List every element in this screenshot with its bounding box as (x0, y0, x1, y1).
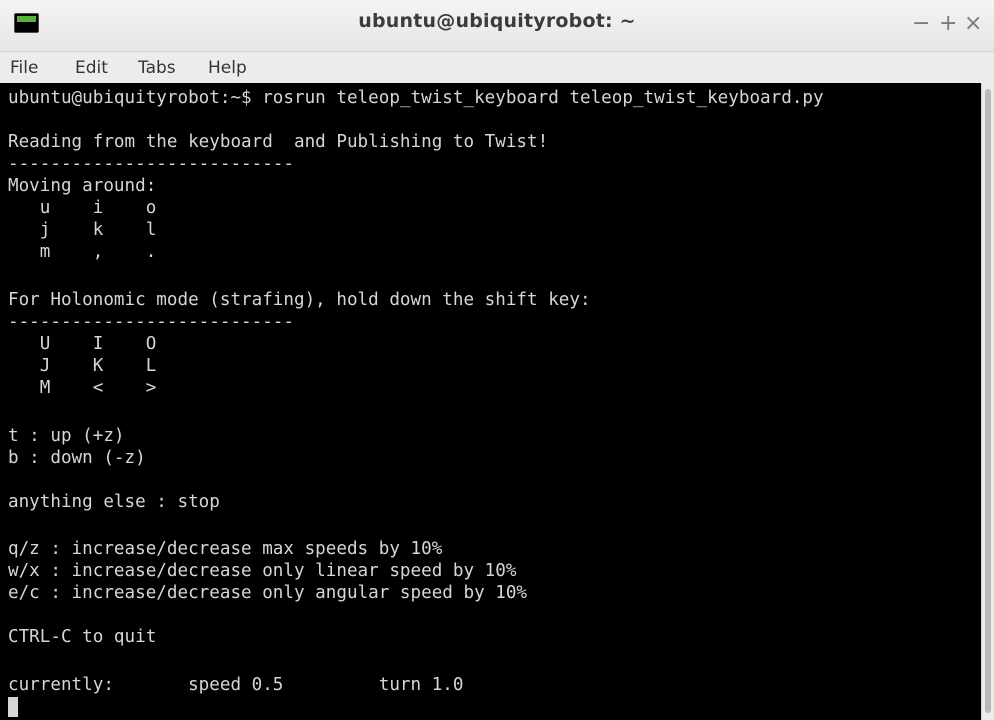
close-button[interactable]: × (964, 10, 982, 38)
key-row: j k l (8, 220, 157, 240)
key-row: m , . (8, 242, 157, 262)
menu-edit[interactable]: Edit (73, 56, 110, 80)
output-line: For Holonomic mode (strafing), hold down… (8, 290, 591, 310)
menu-bar: File Edit Tabs Help (0, 52, 994, 83)
scrollbar-thumb[interactable] (985, 89, 991, 713)
menu-file[interactable]: File (8, 56, 40, 80)
output-line: anything else : stop (8, 492, 220, 512)
output-line: q/z : increase/decrease max speeds by 10… (8, 539, 443, 559)
vertical-scrollbar[interactable] (981, 83, 994, 720)
output-line: b : down (-z) (8, 448, 146, 468)
separator-line: --------------------------- (8, 312, 294, 332)
output-line: e/c : increase/decrease only angular spe… (8, 583, 528, 603)
text-cursor (8, 697, 18, 717)
output-line: t : up (+z) (8, 426, 125, 446)
menu-tabs[interactable]: Tabs (136, 56, 178, 80)
terminal-output[interactable]: ubuntu@ubiquityrobot:~$ rosrun teleop_tw… (0, 83, 981, 720)
output-line: Moving around: (8, 176, 157, 196)
title-bar[interactable]: ubuntu@ubiquityrobot: ~ − + × (0, 0, 994, 52)
terminal-window: ubuntu@ubiquityrobot: ~ − + × File Edit … (0, 0, 994, 720)
maximize-button[interactable]: + (939, 10, 957, 38)
minimize-button[interactable]: − (912, 10, 930, 38)
output-line: CTRL-C to quit (8, 627, 157, 647)
output-line: w/x : increase/decrease only linear spee… (8, 561, 517, 581)
key-row: J K L (8, 356, 157, 376)
window-title: ubuntu@ubiquityrobot: ~ (358, 10, 636, 32)
output-line: Reading from the keyboard and Publishing… (8, 132, 549, 152)
key-row: u i o (8, 198, 157, 218)
separator-line: --------------------------- (8, 154, 294, 174)
status-line: currently: speed 0.5 turn 1.0 (8, 675, 464, 695)
menu-help[interactable]: Help (206, 56, 249, 80)
key-row: M < > (8, 378, 157, 398)
command-line: ubuntu@ubiquityrobot:~$ rosrun teleop_tw… (8, 88, 824, 108)
key-row: U I O (8, 334, 157, 354)
